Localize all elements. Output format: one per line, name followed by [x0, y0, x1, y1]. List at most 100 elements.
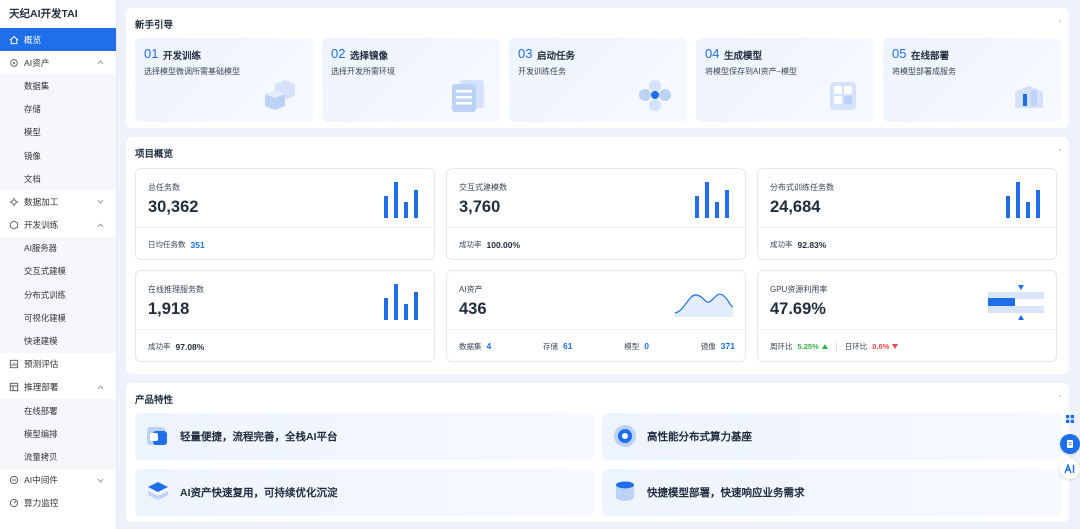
- sidebar-subitem-image[interactable]: 镜像: [0, 143, 116, 168]
- sidebar-subitem-distributed[interactable]: 分布式训练: [0, 283, 116, 307]
- bar-chart-icon: [384, 182, 418, 218]
- sidebar-item-prediction[interactable]: 预测评估: [0, 353, 116, 376]
- feature-item-2: 高性能分布式算力基座: [602, 413, 1062, 460]
- asset-icon: [9, 58, 19, 68]
- compute-feature-icon: [614, 425, 636, 447]
- deploy-illustration-icon: [1015, 86, 1043, 108]
- more-icon[interactable]: [1059, 149, 1061, 151]
- sidebar-subitem-quick[interactable]: 快速建模: [0, 329, 116, 353]
- sidebar-item-ai-assets[interactable]: AI资产: [0, 51, 116, 74]
- sidebar-item-middleware[interactable]: AI中间件: [0, 469, 116, 492]
- sidebar-subitem-storage[interactable]: 存储: [0, 97, 116, 121]
- sidebar-item-compute[interactable]: 算力监控: [0, 492, 116, 515]
- model-illustration-icon: [830, 82, 856, 110]
- sidebar-item-label: AI资产: [24, 57, 50, 68]
- ai-float-button[interactable]: [1060, 459, 1080, 479]
- deploy-icon: [9, 382, 19, 392]
- triangle-down-icon: [1018, 285, 1024, 290]
- chevron-down-icon: [97, 478, 104, 482]
- more-icon[interactable]: [1059, 20, 1061, 22]
- feature-text: 轻量便捷，流程完善，全栈AI平台: [180, 431, 338, 443]
- gpu-footer: 周环比 5.25% 日环比 0.6%: [770, 341, 899, 352]
- step-title: 开发训练: [163, 51, 202, 62]
- guide-title: 新手引导: [135, 20, 174, 31]
- gpu-gauge: [988, 285, 1044, 320]
- wave-chart-icon: [675, 293, 733, 317]
- step-desc: 选择模型微调所需基础模型: [144, 67, 240, 76]
- footer-label: 日均任务数: [148, 240, 186, 249]
- overview-card: 项目概览 总任务数 30,362 日均任务数 351 交互式建模数 3,760 成…: [126, 137, 1069, 374]
- bar-chart-icon: [384, 284, 418, 320]
- step-number: 02: [331, 46, 346, 61]
- stat-value: 436: [459, 300, 487, 318]
- sidebar-item-inference[interactable]: 推理部署: [0, 376, 116, 399]
- step-number: 04: [705, 46, 720, 61]
- chevron-up-icon: [97, 223, 104, 227]
- step-desc: 选择开发所需环境: [331, 67, 395, 76]
- stat-value: 47.69%: [770, 300, 826, 318]
- sidebar-subitem-dataset[interactable]: 数据集: [0, 74, 116, 98]
- sidebar: 天纪AI开发TAI 概览 AI资产 数据集 存储 模型 镜像 文档 数据加工 开…: [0, 0, 117, 529]
- sidebar-subitem-traffic-copy[interactable]: 流量拷贝: [0, 445, 116, 469]
- guide-step-5[interactable]: 05 在线部署 将模型部署成服务: [883, 38, 1061, 122]
- arrow-up-icon: [821, 344, 828, 349]
- sidebar-subitem-ai-server[interactable]: AI服务器: [0, 236, 116, 260]
- stat-value: 1,918: [148, 300, 190, 318]
- stat-value: 3,760: [459, 198, 501, 216]
- stat-value: 30,362: [148, 198, 199, 216]
- flower-illustration-icon: [639, 80, 671, 111]
- sidebar-subitem-online-deploy[interactable]: 在线部署: [0, 399, 116, 423]
- guide-step-4[interactable]: 04 生成模型 将模型保存到AI资产–模型: [696, 38, 874, 122]
- sidebar-item-label: AI中间件: [24, 475, 58, 486]
- stat-label: GPU资源利用率: [770, 285, 828, 294]
- features-card: 产品特性 轻量便捷，流程完善，全栈AI平台 高性能分布式算力基座 AI资产快速复…: [126, 383, 1069, 522]
- stat-total-tasks[interactable]: 总任务数 30,362 日均任务数 351: [135, 168, 435, 260]
- stat-interactive[interactable]: 交互式建模数 3,760 成功率 100.00%: [446, 168, 746, 260]
- footer-value: 92.83%: [797, 239, 827, 250]
- database-feature-icon: [616, 481, 634, 501]
- asset-part-model: 模型 0: [624, 341, 649, 351]
- feature-item-3: AI资产快速复用，可持续优化沉淀: [135, 469, 595, 516]
- stat-label: 在线推理服务数: [148, 285, 204, 294]
- stat-footer: 成功率 100.00%: [459, 239, 520, 250]
- chevron-up-icon: [97, 60, 104, 65]
- step-desc: 将模型保存到AI资产–模型: [705, 67, 798, 76]
- apps-float-button[interactable]: [1060, 409, 1080, 429]
- process-icon: [9, 197, 19, 207]
- gpu-gauge-fill: [988, 298, 1015, 306]
- stat-gpu[interactable]: GPU资源利用率 47.69% 周环比 5.25% 日环比 0.6%: [757, 270, 1057, 362]
- footer-label: 成功率: [148, 342, 171, 351]
- sidebar-item-label: 开发训练: [24, 220, 59, 231]
- sidebar-subitem-model[interactable]: 模型: [0, 120, 116, 144]
- more-icon[interactable]: [1059, 395, 1061, 397]
- stat-ai-assets[interactable]: AI资产 436 数据集 4 存储 61 模型 0 镜像 371: [446, 270, 746, 362]
- guide-step-1[interactable]: 01 开发训练 选择模型微调所需基础模型: [135, 38, 313, 122]
- footer-label: 成功率: [459, 240, 482, 249]
- sidebar-item-dev-training[interactable]: 开发训练: [0, 214, 116, 237]
- chart-icon: [9, 359, 19, 369]
- step-title: 选择镜像: [350, 51, 389, 62]
- wow-value: 5.25%: [797, 342, 819, 351]
- sidebar-item-overview[interactable]: 概览: [0, 28, 116, 52]
- step-desc: 开发训练任务: [518, 67, 566, 76]
- asset-part-dataset: 数据集 4: [459, 341, 492, 351]
- stat-online[interactable]: 在线推理服务数 1,918 成功率 97.08%: [135, 270, 435, 362]
- sidebar-subitem-orchestration[interactable]: 模型编排: [0, 422, 116, 446]
- sidebar-item-data-processing[interactable]: 数据加工: [0, 190, 116, 213]
- stat-distributed[interactable]: 分布式训练任务数 24,684 成功率 92.83%: [757, 168, 1057, 260]
- image-stack-illustration-icon: [452, 80, 484, 112]
- sidebar-subitem-docs[interactable]: 文档: [0, 167, 116, 191]
- guide-card: 新手引导 01 开发训练 选择模型微调所需基础模型 02 选择镜像 选择开发所需…: [126, 8, 1069, 128]
- overview-title: 项目概览: [135, 149, 174, 160]
- feature-text: 快捷模型部署，快速响应业务需求: [647, 487, 805, 499]
- stat-footer: 成功率 97.08%: [148, 341, 204, 352]
- guide-step-3[interactable]: 03 启动任务 开发训练任务: [509, 38, 687, 122]
- app-title: 天纪AI开发TAI: [9, 8, 78, 20]
- sidebar-subitem-visual[interactable]: 可视化建模: [0, 306, 116, 330]
- sidebar-subitem-interactive[interactable]: 交互式建模: [0, 259, 116, 284]
- doc-float-button[interactable]: [1060, 434, 1080, 454]
- guide-step-2[interactable]: 02 选择镜像 选择开发所需环境: [322, 38, 500, 122]
- step-desc: 将模型部署成服务: [892, 67, 956, 76]
- stat-footer: 日均任务数 351: [148, 239, 205, 250]
- ai-icon: [1064, 464, 1075, 474]
